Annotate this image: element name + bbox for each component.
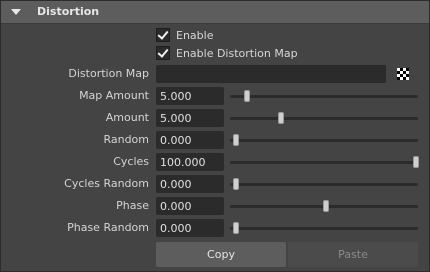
enable-label: Enable <box>176 28 214 42</box>
random-slider-handle[interactable] <box>233 134 239 146</box>
cycles-random-label: Cycles Random <box>64 177 149 190</box>
map-amount-row: Map Amount 5.000 <box>0 86 430 106</box>
distortion-map-field[interactable] <box>156 65 386 83</box>
cycles-slider[interactable] <box>230 156 419 168</box>
random-row: Random 0.000 <box>0 130 430 150</box>
amount-value-field[interactable]: 5.000 <box>156 109 224 127</box>
random-slider[interactable] <box>230 134 418 146</box>
enable-distortion-map-checkbox[interactable] <box>156 46 170 60</box>
cycles-random-slider[interactable] <box>230 178 418 190</box>
phase-random-slider-handle[interactable] <box>233 222 239 234</box>
cycles-value-field[interactable]: 100.000 <box>156 153 224 171</box>
distortion-section-header[interactable]: Distortion <box>1 1 429 24</box>
enable-distortion-map-checkbox-row[interactable]: Enable Distortion Map <box>156 45 298 61</box>
amount-row: Amount 5.000 <box>0 108 430 128</box>
cycles-random-value-field[interactable]: 0.000 <box>156 175 224 193</box>
phase-random-row: Phase Random 0.000 <box>0 218 430 238</box>
amount-slider-handle[interactable] <box>278 112 284 124</box>
phase-random-slider[interactable] <box>230 222 418 234</box>
paste-button[interactable]: Paste <box>288 242 418 267</box>
checker-icon[interactable] <box>397 68 409 80</box>
cycles-slider-handle[interactable] <box>413 156 419 168</box>
enable-distortion-map-label: Enable Distortion Map <box>176 46 298 60</box>
enable-checkbox-row[interactable]: Enable <box>156 27 213 43</box>
cycles-random-slider-handle[interactable] <box>233 178 239 190</box>
phase-random-value-field[interactable]: 0.000 <box>156 219 224 237</box>
map-amount-slider-handle[interactable] <box>243 90 250 102</box>
phase-random-label: Phase Random <box>67 221 149 234</box>
phase-slider-handle[interactable] <box>323 200 329 212</box>
amount-slider[interactable] <box>230 112 418 124</box>
distortion-map-row: Distortion Map <box>0 64 430 84</box>
copy-button[interactable]: Copy <box>156 242 286 267</box>
phase-row: Phase 0.000 <box>0 196 430 216</box>
cycles-label: Cycles <box>113 155 149 168</box>
random-label: Random <box>103 133 149 146</box>
map-amount-label: Map Amount <box>79 89 149 102</box>
section-title: Distortion <box>37 5 100 18</box>
amount-label: Amount <box>105 111 149 124</box>
phase-value-field[interactable]: 0.000 <box>156 197 224 215</box>
phase-slider[interactable] <box>230 200 418 212</box>
phase-label: Phase <box>116 199 149 212</box>
cycles-row: Cycles 100.000 <box>0 152 430 172</box>
random-value-field[interactable]: 0.000 <box>156 131 224 149</box>
cycles-random-row: Cycles Random 0.000 <box>0 174 430 194</box>
map-amount-value-field[interactable]: 5.000 <box>156 87 224 105</box>
map-amount-slider[interactable] <box>230 90 418 102</box>
collapse-arrow-icon[interactable] <box>11 9 21 15</box>
distortion-map-label: Distortion Map <box>68 67 149 80</box>
copy-paste-buttons: Copy Paste <box>156 242 424 267</box>
enable-checkbox[interactable] <box>156 28 170 42</box>
